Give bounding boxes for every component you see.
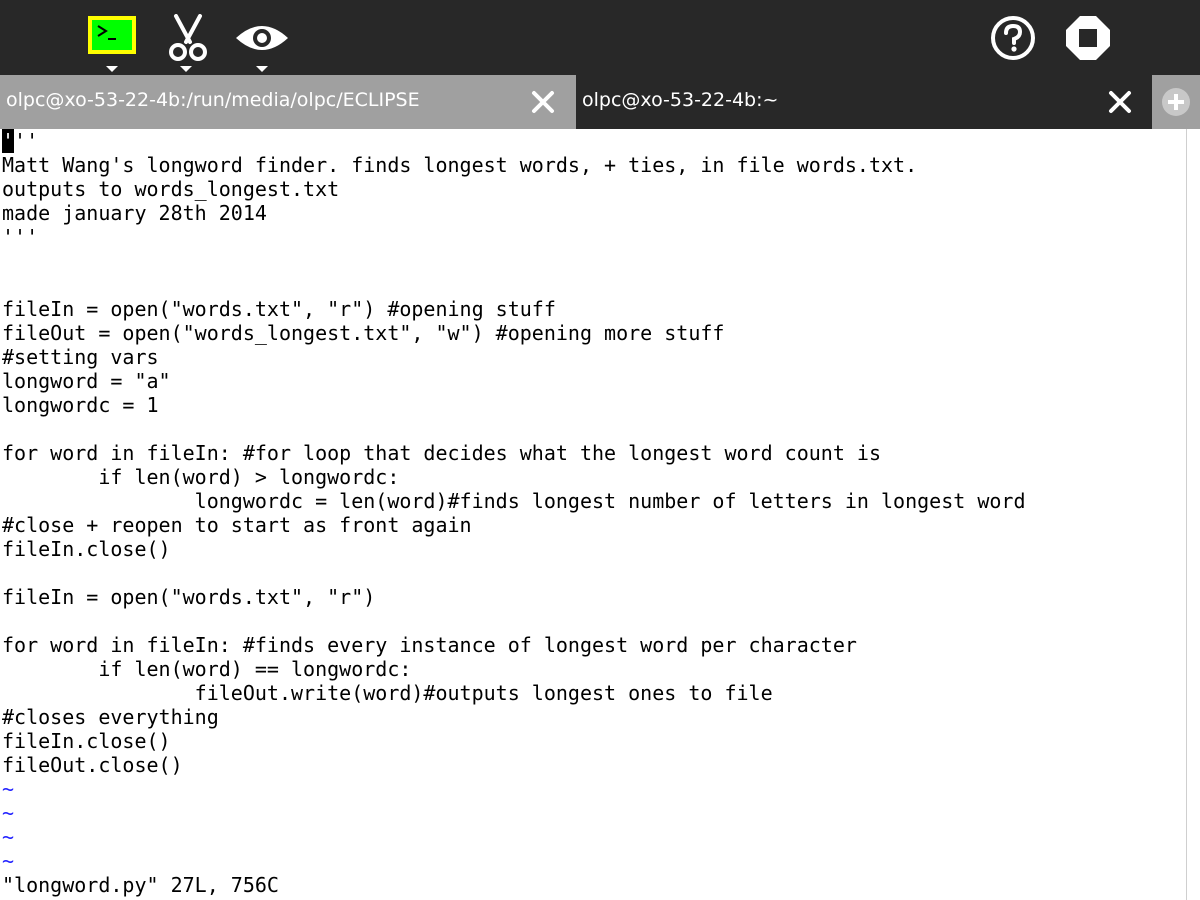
terminal-line: longwordc = 1 bbox=[2, 393, 159, 417]
terminal-line: longword = "a" bbox=[2, 369, 171, 393]
tab-label: olpc@xo-53-22-4b:/run/media/olpc/ECLIPSE bbox=[6, 89, 420, 111]
edit-button[interactable] bbox=[160, 0, 216, 75]
close-icon[interactable] bbox=[1108, 90, 1132, 114]
terminal-activity-button[interactable] bbox=[84, 0, 140, 75]
terminal-lines: ''' Matt Wang's longword finder. finds l… bbox=[2, 129, 1026, 897]
eye-icon bbox=[236, 26, 288, 50]
terminal-line: ''' bbox=[2, 225, 39, 249]
scissors-icon bbox=[169, 14, 207, 61]
terminal-line: fileIn = open("words.txt", "r") #opening… bbox=[2, 297, 556, 321]
terminal-line: fileOut.write(word)#outputs longest ones… bbox=[2, 681, 773, 705]
add-tab-button[interactable] bbox=[1152, 75, 1200, 129]
terminal-line: #setting vars bbox=[2, 345, 159, 369]
chevron-down-icon bbox=[256, 66, 268, 72]
terminal-scrollbar[interactable] bbox=[1186, 129, 1200, 900]
empty-line-tilde: ~ bbox=[2, 777, 15, 801]
empty-line-tilde: ~ bbox=[2, 849, 15, 873]
terminal-line: made january 28th 2014 bbox=[2, 201, 267, 225]
tab-home[interactable]: olpc@xo-53-22-4b:~ bbox=[576, 75, 1152, 129]
stop-button[interactable] bbox=[1062, 0, 1114, 75]
terminal-line: fileOut = open("words_longest.txt", "w")… bbox=[2, 321, 725, 345]
terminal-line: Matt Wang's longword finder. finds longe… bbox=[2, 153, 918, 177]
terminal-line: fileIn.close() bbox=[2, 537, 171, 561]
terminal-line: fileIn = open("words.txt", "r") bbox=[2, 585, 376, 609]
add-icon bbox=[1162, 88, 1190, 116]
view-button[interactable] bbox=[232, 0, 292, 75]
stop-icon bbox=[1066, 16, 1110, 60]
help-button[interactable] bbox=[988, 0, 1038, 75]
vim-status-line: "longword.py" 27L, 756C bbox=[2, 873, 279, 897]
tab-label: olpc@xo-53-22-4b:~ bbox=[582, 89, 779, 111]
activity-toolbar bbox=[0, 0, 1200, 75]
terminal-line: longwordc = len(word)#finds longest numb… bbox=[2, 489, 1026, 513]
chevron-down-icon bbox=[180, 66, 192, 72]
terminal-view[interactable]: ''' Matt Wang's longword finder. finds l… bbox=[0, 129, 1186, 900]
terminal-line: for word in fileIn: #finds every instanc… bbox=[2, 633, 857, 657]
tab-bar: olpc@xo-53-22-4b:/run/media/olpc/ECLIPSE… bbox=[0, 75, 1200, 129]
help-icon bbox=[991, 16, 1035, 60]
terminal-line: fileIn.close() bbox=[2, 729, 171, 753]
terminal-line: if len(word) > longwordc: bbox=[2, 465, 400, 489]
terminal-activity-icon bbox=[88, 16, 136, 54]
terminal-line: ''' bbox=[2, 129, 39, 153]
empty-line-tilde: ~ bbox=[2, 825, 15, 849]
terminal-line: fileOut.close() bbox=[2, 753, 183, 777]
close-icon[interactable] bbox=[531, 90, 555, 114]
tab-eclipse[interactable]: olpc@xo-53-22-4b:/run/media/olpc/ECLIPSE bbox=[0, 75, 576, 129]
terminal-line: #close + reopen to start as front again bbox=[2, 513, 472, 537]
empty-line-tilde: ~ bbox=[2, 801, 15, 825]
chevron-down-icon bbox=[106, 66, 118, 72]
terminal-line: for word in fileIn: #for loop that decid… bbox=[2, 441, 881, 465]
text-cursor: ' bbox=[2, 129, 15, 153]
terminal-line: outputs to words_longest.txt bbox=[2, 177, 340, 201]
terminal-line: if len(word) == longwordc: bbox=[2, 657, 412, 681]
terminal-line: #closes everything bbox=[2, 705, 219, 729]
